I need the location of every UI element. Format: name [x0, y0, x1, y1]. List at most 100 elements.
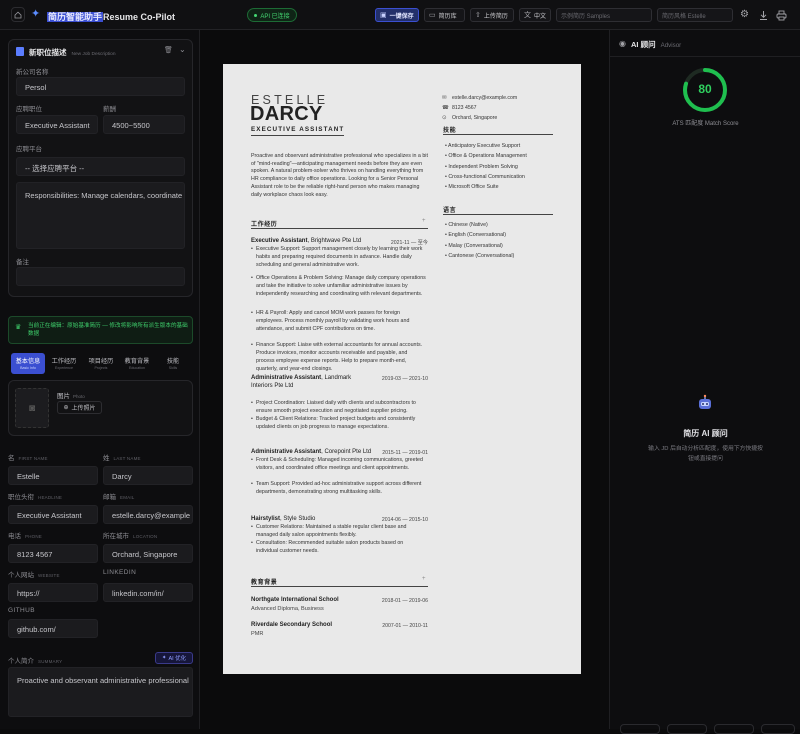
gear-icon[interactable]: ⚙: [740, 9, 749, 20]
left-panel: 新职位描述 New Job Description 🗑 ⌄ 新公司名称 Perso…: [0, 30, 200, 729]
job-company-line2: Interiors Pte Ltd: [251, 383, 294, 389]
style-select[interactable]: 简历风格 Estelle: [657, 8, 733, 22]
skill-item: • Cross-functional Communication: [445, 173, 525, 180]
language-button[interactable]: 文中文: [519, 8, 551, 22]
quick-action-button-1[interactable]: [620, 724, 660, 734]
advisor-heading: 简历 AI 顾问: [683, 429, 728, 438]
language-item: • English (Conversational): [445, 232, 507, 239]
mail-icon: ✉: [442, 95, 447, 101]
sparkle-icon: ✦: [31, 8, 41, 20]
bullet-dot: •: [251, 481, 253, 487]
app-title-en: Resume Co-Pilot: [103, 12, 176, 22]
print-icon[interactable]: [776, 8, 787, 21]
job-bullet: Consultation: Recommended suitable salon…: [256, 540, 404, 554]
upload-resume-button[interactable]: ⇧ 上传简历: [470, 8, 514, 22]
notes-input[interactable]: [16, 267, 185, 286]
resume-email: estelle.darcy@example.com: [452, 95, 518, 101]
notes-label: 备注: [16, 259, 29, 266]
company-label: 新公司名称: [16, 69, 49, 76]
quick-action-button-4[interactable]: [761, 724, 795, 734]
advisor-title: AI 顾问 Advisor: [631, 40, 682, 49]
job-company: , Style Studio: [280, 516, 316, 522]
sample-select[interactable]: 示例简历 Samples: [556, 8, 652, 22]
resume-location: Orchard, Singapore: [452, 115, 498, 121]
first-name-label: 名 FIRST NAME: [8, 455, 48, 462]
first-name-input[interactable]: Estelle: [8, 466, 98, 485]
job-bullet: Project Coordination: Liaised daily with…: [256, 400, 416, 414]
location-label: 所在城市 LOCATION: [103, 533, 158, 540]
bullet-dot: •: [251, 310, 253, 316]
api-status-badge: API 已连接: [247, 8, 297, 22]
resume-headline: EXECUTIVE ASSISTANT: [251, 126, 345, 133]
translate-icon: 文: [524, 12, 531, 19]
phone-input[interactable]: 8123 4567: [8, 544, 98, 563]
linkedin-input[interactable]: linkedin.com/in/: [103, 583, 193, 602]
tab-experience[interactable]: 工作经历 Experience: [47, 353, 81, 374]
bullet-dot: •: [251, 540, 253, 546]
upload-photo-button[interactable]: ⊕ 上传照片: [57, 401, 102, 414]
save-icon: ▣: [380, 12, 387, 19]
responsibilities-textarea[interactable]: Responsibilities: Manage calendars, coor…: [16, 182, 185, 249]
last-name-input[interactable]: Darcy: [103, 466, 193, 485]
summary-textarea[interactable]: Proactive and observant administrative p…: [8, 667, 193, 717]
camera-icon: ◙: [28, 402, 36, 414]
robot-icon: [696, 394, 714, 412]
skill-item: • Anticipatory Executive Support: [445, 143, 521, 149]
upload-icon: ⇧: [475, 12, 481, 19]
edu-degree: Advanced Diploma, Business: [251, 606, 324, 612]
platform-select[interactable]: -- 选择应聘平台 --: [16, 157, 185, 176]
folder-icon: ▭: [429, 12, 436, 19]
resume-summary: Proactive and observant administrative p…: [251, 153, 428, 198]
location-input[interactable]: Orchard, Singapore: [103, 544, 193, 563]
robot-small-icon: ◉: [619, 39, 626, 48]
save-button[interactable]: ▣ 一键保存: [375, 8, 419, 22]
quick-action-button-3[interactable]: [714, 724, 754, 734]
edu-school: Riverdale Secondary School: [251, 622, 333, 628]
job-title: Executive Assistant, Brightwave Pte Ltd: [251, 238, 361, 244]
job-title: Administrative Assistant, Corepoint Pte …: [251, 449, 371, 455]
ai-optimize-button[interactable]: ✦ AI 优化: [155, 652, 193, 664]
tab-skills[interactable]: 技能 Skills: [156, 353, 190, 374]
tab-basic-info[interactable]: 基本信息 Basic Info: [11, 353, 45, 374]
job-bullet: Budget & Client Relations: Tracked proje…: [256, 416, 416, 430]
languages-heading: 语言: [443, 208, 457, 214]
advisor-description-1: 输入 JD 后自动分析匹配度，使用下方快捷按: [648, 446, 763, 452]
job-role: Hairstylist: [251, 516, 281, 522]
job-bullet: Executive Support: Support management cl…: [256, 246, 423, 268]
skill-item: • Office & Operations Management: [445, 153, 527, 160]
company-input[interactable]: Persol: [16, 77, 185, 96]
job-dates: 2021-11 — 至今: [390, 240, 428, 246]
skills-heading: 技能: [443, 128, 457, 134]
chevron-down-icon[interactable]: ⌄: [179, 45, 186, 54]
website-input[interactable]: https://: [8, 583, 98, 602]
work-heading: 工作经历: [251, 222, 278, 228]
email-input[interactable]: estelle.darcy@example: [103, 505, 193, 524]
job-role: Executive Assistant: [251, 238, 308, 244]
education-add-icon[interactable]: +: [422, 576, 426, 582]
quick-action-button-2[interactable]: [667, 724, 707, 734]
name-rule: [251, 135, 344, 136]
language-item: • Malay (Conversational): [445, 242, 503, 249]
education-rule: [251, 586, 428, 587]
position-input[interactable]: Executive Assistant: [16, 115, 98, 134]
github-label: GITHUB: [8, 607, 35, 614]
github-input[interactable]: github.com/: [8, 619, 98, 638]
headline-input[interactable]: Executive Assistant: [8, 505, 98, 524]
resume-library-button[interactable]: ▭ 简历库: [424, 8, 465, 22]
headline-label: 职位头衔 HEADLINE: [8, 494, 63, 501]
job-bullet: HR & Payroll: Apply and cancel MOM work …: [256, 310, 410, 332]
job-bullet: Customer Relations: Maintained a stable …: [256, 524, 407, 538]
top-bar: ✦ 简历智能助手Resume Co-Pilot API 已连接 ▣ 一键保存 ▭ 简…: [0, 0, 800, 30]
tab-projects[interactable]: 项目经历 Projects: [84, 353, 118, 374]
salary-input[interactable]: 4500~5500: [103, 115, 185, 134]
photo-placeholder[interactable]: ◙: [15, 388, 49, 428]
work-add-icon[interactable]: +: [422, 218, 426, 224]
home-icon[interactable]: [11, 7, 25, 22]
bullet-dot: •: [251, 524, 253, 530]
sparkle-small-icon: ✦: [161, 655, 167, 661]
tab-education[interactable]: 教育背景 Education: [120, 353, 154, 374]
trash-icon[interactable]: 🗑: [164, 46, 173, 54]
download-icon[interactable]: [759, 8, 768, 20]
edu-dates: 2018-01 — 2019-06: [381, 598, 428, 604]
position-label: 应聘职位: [16, 106, 42, 113]
